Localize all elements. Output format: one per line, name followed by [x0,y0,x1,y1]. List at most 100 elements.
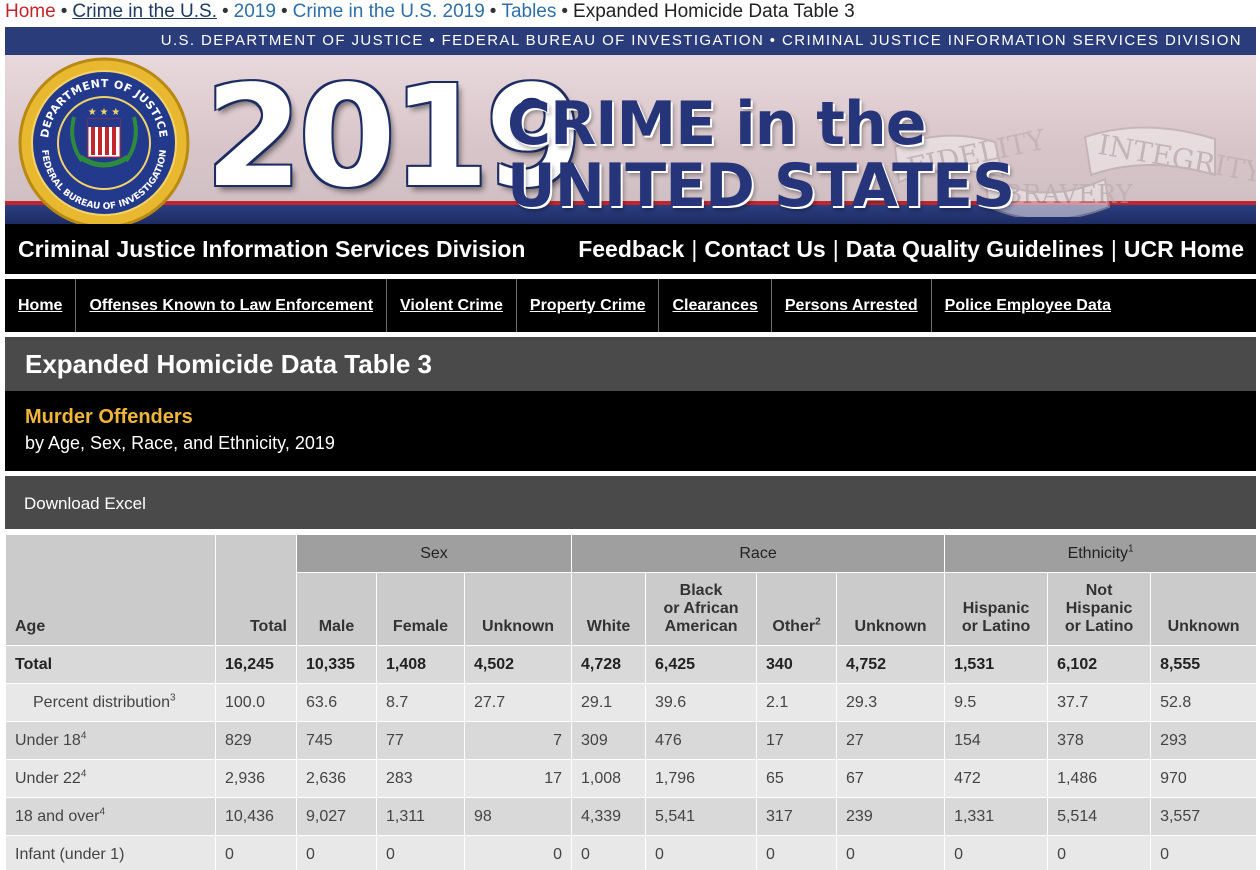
table-cell: 0 [571,835,647,870]
row-label: Under 224 [5,759,216,798]
table-cell: 9.5 [944,683,1049,722]
row-label: Under 184 [5,721,216,760]
breadcrumb-crime-us-link[interactable]: Crime in the U.S. [72,1,217,22]
table-cell: 52.8 [1150,683,1258,722]
header-line: or Latino [1064,618,1134,635]
top-nav-links: Feedback | Contact Us | Data Quality Guideli… [578,224,1244,274]
group-header-race: Race [571,534,946,573]
table-cell: 5,514 [1047,797,1152,836]
table-row: Infant (under 1) 0 0 0 0 0 0 0 0 0 0 0 [5,835,1258,870]
main-menu: Home Offenses Known to Law Enforcement V… [5,279,1256,332]
group-header-ethnicity: Ethnicity1 [944,534,1258,573]
menu-item-persons-arrested[interactable]: Persons Arrested [772,279,932,332]
column-header-race-unknown: Unknown [836,572,946,646]
table-cell: 77 [376,721,465,760]
site-banner: U.S. DEPARTMENT OF JUSTICE • FEDERAL BUR… [5,27,1256,224]
footnote-marker: 2 [815,616,821,628]
banner-title-line2: UNITED STATES [507,151,1015,221]
table-cell: 39.6 [645,683,758,722]
subtitle-main: Murder Offenders [25,406,193,428]
breadcrumb-crime-us-year-link[interactable]: Crime in the U.S. 2019 [293,1,485,22]
table-cell: 829 [215,721,297,760]
menu-item-police-employee[interactable]: Police Employee Data [932,279,1124,332]
ribbon-word: BRAVERY [1003,180,1134,210]
group-header-ethnicity-label: Ethnicity [1067,544,1129,562]
table-cell: 98 [463,797,573,836]
contact-us-link[interactable]: Contact Us [704,236,825,262]
column-header-other: Other2 [756,572,838,646]
menu-item-home[interactable]: Home [5,279,77,332]
table-cell: 10,436 [215,797,297,836]
row-label-text: Infant (under 1) [15,845,125,863]
ucr-home-link[interactable]: UCR Home [1124,236,1244,262]
row-label: Infant (under 1) [5,835,216,870]
footnote-marker: 4 [80,730,87,742]
table-cell: 16,245 [215,645,297,684]
table-cell: 378 [1047,721,1152,760]
table-cell: 8,555 [1150,645,1258,684]
table-cell: 1,408 [376,645,465,684]
table-cell: 476 [645,721,758,760]
table-cell: 100.0 [215,683,297,722]
table-cell: 283 [376,759,465,798]
row-label-text: Percent distribution [33,693,170,711]
header-line: Black [679,582,723,599]
footnote-marker: 4 [99,806,106,818]
banner-title-line1: CRIME in the [507,89,926,159]
menu-item-violent-crime[interactable]: Violent Crime [387,279,517,332]
table-cell: 5,541 [645,797,758,836]
table-cell: 17 [463,759,573,798]
table-cell: 0 [944,835,1049,870]
table-cell: 2,936 [215,759,297,798]
page-title: Expanded Homicide Data Table 3 [5,337,1256,391]
table-cell: 472 [944,759,1049,798]
table-row: 18 and over4 10,436 9,027 1,311 98 4,339 5,541… [5,797,1258,836]
table-cell: 309 [571,721,647,760]
table-cell: 4,728 [571,645,647,684]
header-line: or African [663,600,739,617]
table-row: Under 184 829 745 77 7 309 476 17 27 154 378 293 [5,721,1258,760]
table-cell: 745 [296,721,377,760]
table-cell: 0 [645,835,758,870]
table-cell: 4,502 [463,645,573,684]
group-header-sex: Sex [295,534,573,573]
table-cell: 0 [376,835,465,870]
table-cell: 1,796 [645,759,758,798]
breadcrumb-current: Expanded Homicide Data Table 3 [573,1,855,22]
table-subtitle: Murder Offenders by Age, Sex, Race, and … [5,391,1256,471]
breadcrumb-year-link[interactable]: 2019 [234,1,276,22]
column-header-total: Total [215,534,297,646]
breadcrumb-home-link[interactable]: Home [5,1,56,22]
table-cell: 0 [296,835,377,870]
breadcrumb-tables-link[interactable]: Tables [501,1,556,22]
table-cell: 239 [836,797,946,836]
table-cell: 0 [215,835,297,870]
header-line: or Latino [961,618,1031,635]
table-cell: 2,636 [296,759,377,798]
row-label-text: Under 18 [15,731,81,749]
table-cell: 970 [1150,759,1258,798]
table-cell: 6,102 [1047,645,1152,684]
table-cell: 0 [1047,835,1152,870]
column-header-male: Male [296,572,377,646]
top-nav: Criminal Justice Information Services Di… [5,224,1256,274]
menu-item-property-crime[interactable]: Property Crime [517,279,660,332]
header-line: Other [772,618,816,635]
table-cell: 0 [1150,835,1258,870]
column-header-sex-unknown: Unknown [463,572,573,646]
table-cell: 63.6 [296,683,377,722]
table-cell: 154 [944,721,1049,760]
data-quality-link[interactable]: Data Quality Guidelines [846,236,1104,262]
download-excel-button[interactable]: Download Excel [5,476,1256,529]
table-cell: 0 [463,835,573,870]
table-cell: 1,008 [571,759,647,798]
table-cell: 0 [756,835,838,870]
menu-item-clearances[interactable]: Clearances [659,279,772,332]
table-cell: 27 [836,721,946,760]
footnote-marker: 4 [80,768,87,780]
column-header-female: Female [376,572,465,646]
table-cell: 29.3 [836,683,946,722]
menu-item-offenses[interactable]: Offenses Known to Law Enforcement [76,279,388,332]
breadcrumb-separator: • [280,1,288,22]
feedback-link[interactable]: Feedback [578,236,684,262]
